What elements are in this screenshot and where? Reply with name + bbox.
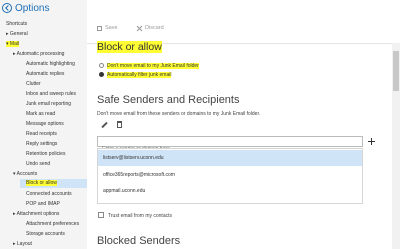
sidebar-item-shortcuts[interactable]: Shortcuts bbox=[6, 21, 27, 27]
close-icon bbox=[137, 26, 142, 31]
sidebar-item-reply-settings[interactable]: Reply settings bbox=[26, 141, 57, 147]
page-title: Options bbox=[15, 3, 50, 14]
edit-icon[interactable] bbox=[101, 121, 108, 129]
sidebar-item-attachment-preferences[interactable]: Attachment preferences bbox=[26, 221, 79, 227]
sidebar-item-automatic-replies[interactable]: Automatic replies bbox=[26, 71, 64, 77]
sidebar-item-automatic-highlighting[interactable]: Automatic highlighting bbox=[26, 61, 75, 67]
scrollbar-thumb[interactable] bbox=[393, 51, 399, 91]
sidebar-item-label: Block or allow bbox=[26, 180, 57, 186]
sidebar-item-automatic-processing[interactable]: ▸ Automatic processing bbox=[13, 51, 64, 57]
trust-contacts-label: Trust email from my contacts bbox=[108, 213, 172, 219]
sidebar-item-block-or-allow[interactable]: Block or allow bbox=[20, 179, 87, 188]
scrollbar[interactable] bbox=[392, 43, 400, 249]
sidebar-item-layout[interactable]: ▸ Layout bbox=[13, 241, 32, 247]
blocked-senders-heading: Blocked Senders bbox=[97, 235, 181, 247]
radio-auto-filter-label: Automatically filter junk email bbox=[107, 72, 172, 78]
sidebar-item-storage-accounts[interactable]: Storage accounts bbox=[26, 231, 65, 237]
sidebar-item-undo-send[interactable]: Undo send bbox=[26, 161, 50, 167]
sidebar-item-read-receipts[interactable]: Read receipts bbox=[26, 131, 57, 137]
sidebar-item-retention-policies[interactable]: Retention policies bbox=[26, 151, 65, 157]
radio-dont-move[interactable] bbox=[99, 63, 104, 68]
safe-senders-description: Don't move email from these senders or d… bbox=[97, 111, 261, 117]
sidebar-item-general[interactable]: ▸ General bbox=[6, 31, 28, 37]
toolbar: Save Discard bbox=[87, 17, 400, 44]
radio-dont-move-label: Don't move email to my Junk Email folder bbox=[107, 63, 199, 69]
sidebar-item-attachment-options[interactable]: ▸ Attachment options bbox=[13, 211, 59, 217]
back-arrow-icon[interactable] bbox=[2, 3, 12, 13]
save-button[interactable]: Save bbox=[97, 25, 118, 31]
list-item[interactable]: appmail.uconn.edu bbox=[98, 183, 362, 199]
save-icon bbox=[97, 25, 102, 31]
discard-button[interactable]: Discard bbox=[137, 25, 164, 31]
add-icon[interactable] bbox=[368, 138, 375, 145]
sidebar-item-connected-accounts[interactable]: Connected accounts bbox=[26, 191, 72, 197]
list-item[interactable]: office365reports@microsoft.com bbox=[98, 167, 362, 183]
sender-input-box bbox=[97, 136, 363, 154]
sidebar-item-clutter[interactable]: Clutter bbox=[26, 81, 41, 87]
block-or-allow-heading: Block or allow bbox=[97, 41, 162, 53]
safe-senders-list: listserv@listserv.uconn.edu office365rep… bbox=[97, 148, 363, 204]
sidebar-item-pop-imap[interactable]: POP and IMAP bbox=[26, 201, 60, 207]
sidebar-item-accounts[interactable]: ▾ Accounts bbox=[13, 171, 37, 177]
sidebar-item-inbox-sweep-rules[interactable]: Inbox and sweep rules bbox=[26, 91, 76, 97]
sidebar-item-mail[interactable]: ▾ Mail bbox=[6, 41, 20, 47]
sidebar: Shortcuts ▸ General ▾ Mail ▸ Automatic p… bbox=[0, 17, 87, 249]
trust-contacts-checkbox[interactable] bbox=[98, 212, 104, 218]
safe-senders-heading: Safe Senders and Recipients bbox=[97, 94, 240, 106]
radio-auto-filter[interactable] bbox=[99, 72, 104, 77]
list-item[interactable]: listserv@listserv.uconn.edu bbox=[98, 150, 362, 166]
sidebar-item-mark-as-read[interactable]: Mark as read bbox=[26, 111, 55, 117]
discard-label: Discard bbox=[145, 25, 164, 31]
sidebar-item-junk-email-reporting[interactable]: Junk email reporting bbox=[26, 101, 71, 107]
save-label: Save bbox=[105, 25, 118, 31]
sidebar-item-message-options[interactable]: Message options bbox=[26, 121, 64, 127]
delete-icon[interactable] bbox=[117, 121, 122, 128]
